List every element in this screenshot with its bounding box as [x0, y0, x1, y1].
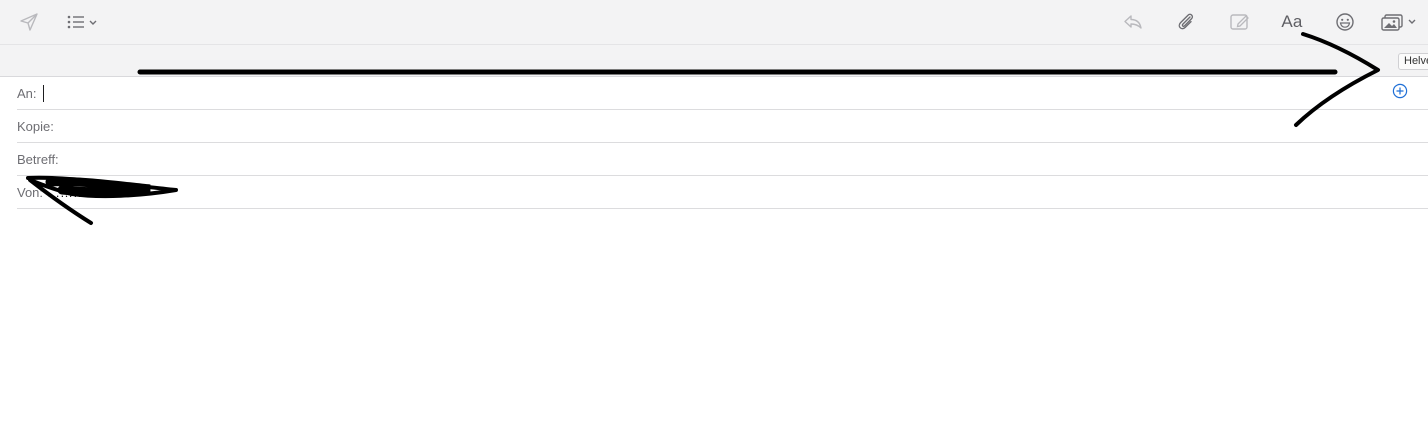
- markup-button[interactable]: [1228, 8, 1252, 36]
- chevron-down-icon: [89, 20, 97, 25]
- photo-browser-icon: [1381, 14, 1416, 31]
- chevron-down-icon: [1408, 19, 1416, 24]
- reply-button[interactable]: [1122, 8, 1144, 36]
- paper-plane-icon: [20, 13, 38, 31]
- format-label: Aa: [1281, 12, 1303, 31]
- from-address[interactable]: ………….uk: [47, 185, 116, 200]
- send-button[interactable]: [18, 8, 40, 36]
- cc-label: Kopie:: [17, 118, 54, 134]
- from-label: Von:: [17, 184, 44, 200]
- plus-circle-icon: [1392, 83, 1408, 99]
- font-family-select[interactable]: Helvetica: [1398, 53, 1428, 70]
- add-contact-button[interactable]: [1392, 83, 1408, 99]
- paperclip-icon: [1178, 13, 1194, 30]
- reply-icon: [1124, 15, 1142, 29]
- attach-button[interactable]: [1175, 8, 1197, 36]
- text-cursor: [42, 84, 45, 102]
- to-label: An:: [17, 85, 37, 101]
- cc-field-row[interactable]: Kopie:: [17, 110, 1428, 143]
- compose-toolbar: Aa: [0, 0, 1428, 44]
- photo-browser-button[interactable]: [1380, 8, 1420, 36]
- smiley-icon: [1336, 13, 1354, 31]
- from-field-row[interactable]: Von: ………….uk: [17, 176, 1428, 209]
- emoji-button[interactable]: [1334, 8, 1356, 36]
- subject-field-row[interactable]: Betreff:: [17, 143, 1428, 176]
- markup-icon: [1230, 14, 1249, 30]
- to-field-row[interactable]: An:: [17, 77, 1428, 110]
- bullet-list-icon: [67, 15, 97, 29]
- format-bar: Helvetica: [0, 44, 1428, 77]
- header-fields-menu-button[interactable]: [66, 8, 100, 36]
- subject-label: Betreff:: [17, 151, 59, 167]
- format-button[interactable]: Aa: [1278, 8, 1306, 36]
